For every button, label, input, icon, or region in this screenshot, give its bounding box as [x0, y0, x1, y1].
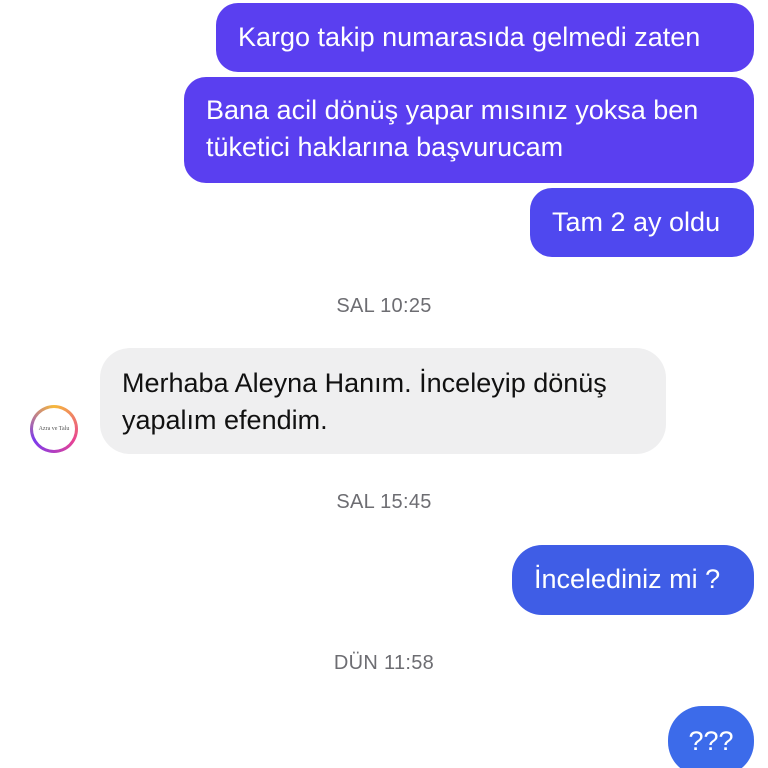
message-text: Tam 2 ay oldu: [552, 207, 721, 237]
contact-avatar[interactable]: Azra ve Talu: [30, 405, 78, 453]
message-text: Kargo takip numarasıda gelmedi zaten: [238, 22, 701, 52]
incoming-message[interactable]: Merhaba Aleyna Hanım. İnceleyip dönüş ya…: [100, 348, 666, 454]
timestamp: SAL 10:25: [336, 295, 432, 317]
message-text-line: Bana acil dönüş yapar mısınız yoksa ben: [206, 95, 699, 125]
timestamp: DÜN 11:58: [333, 652, 435, 674]
outgoing-message[interactable]: Bana acil dönüş yapar mısınız yoksa ben …: [184, 77, 754, 183]
outgoing-message[interactable]: Tam 2 ay oldu: [530, 188, 754, 257]
message-text: ???: [688, 726, 734, 756]
message-text-line: Merhaba Aleyna Hanım. İnceleyip dönüş: [122, 368, 607, 398]
chat-thread: Kargo takip numarasıda gelmedi zaten Ban…: [0, 0, 768, 768]
avatar-logo: Azra ve Talu: [33, 408, 75, 450]
message-text: İncelediniz mi ?: [534, 564, 721, 594]
outgoing-message[interactable]: ???: [668, 706, 754, 768]
message-text-line: tüketici haklarına başvurucam: [206, 132, 564, 162]
outgoing-message[interactable]: İncelediniz mi ?: [512, 545, 754, 615]
timestamp: SAL 15:45: [336, 491, 432, 513]
message-text-line: yapalım efendim.: [122, 405, 328, 435]
outgoing-message[interactable]: Kargo takip numarasıda gelmedi zaten: [216, 3, 754, 72]
